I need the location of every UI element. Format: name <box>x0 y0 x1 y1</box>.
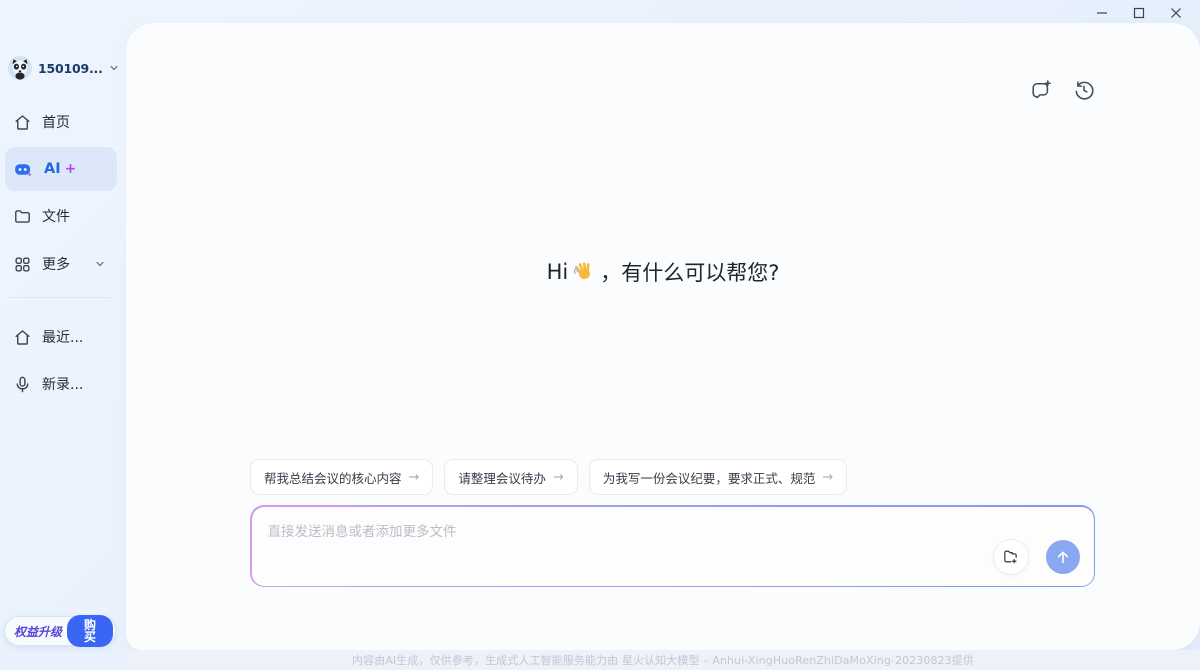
greeting-hi: Hi <box>547 260 569 284</box>
arrow-right-icon: → <box>553 470 564 485</box>
main-content-card: Hi ，有什么可以帮您? 帮我总结会议的核心内容 → 请整理会议待办 → <box>126 23 1200 650</box>
waving-hand-emoji <box>572 260 596 284</box>
chip-label: 帮我总结会议的核心内容 <box>264 468 402 487</box>
sidebar-item-new-recording[interactable]: 新录... <box>5 362 117 406</box>
user-id-label: 150109... <box>38 61 103 76</box>
sidebar-item-ai[interactable]: AI + <box>5 147 117 191</box>
chip-label: 为我写一份会议纪要，要求正式、规范 <box>603 468 816 487</box>
suggestion-chip-summarize[interactable]: 帮我总结会议的核心内容 → <box>250 459 433 495</box>
sidebar-item-label: 新录... <box>42 374 83 394</box>
history-button[interactable] <box>1073 79 1095 101</box>
footer-bar: 内容由AI生成，仅供参考，生成式人工智能服务能力由 星火认知大模型 – Anhu… <box>126 650 1200 670</box>
buy-button[interactable]: 购买 <box>67 615 113 647</box>
new-chat-button[interactable] <box>1030 79 1052 101</box>
sidebar-item-files[interactable]: 文件 <box>5 194 117 238</box>
ai-disclaimer: 内容由AI生成，仅供参考，生成式人工智能服务能力由 星火认知大模型 – Anhu… <box>352 652 974 668</box>
microphone-icon <box>13 375 32 394</box>
sidebar-item-label: 更多 <box>42 254 70 274</box>
sidebar-item-more[interactable]: 更多 <box>5 242 117 286</box>
sidebar-item-home[interactable]: 首页 <box>5 100 117 144</box>
composer-area: 帮我总结会议的核心内容 → 请整理会议待办 → 为我写一份会议纪要，要求正式、规… <box>250 459 1095 587</box>
user-account[interactable]: 150109... <box>8 54 119 82</box>
close-button[interactable] <box>1157 0 1194 26</box>
send-button[interactable] <box>1046 540 1080 574</box>
grid-icon <box>13 255 32 274</box>
upgrade-banner[interactable]: 权益升级 购买 <box>4 616 116 646</box>
arrow-up-icon <box>1055 549 1071 565</box>
composer-actions <box>993 539 1080 575</box>
suggestion-chip-minutes[interactable]: 为我写一份会议纪要，要求正式、规范 → <box>589 459 847 495</box>
ai-robot-icon <box>13 159 34 180</box>
add-file-button[interactable] <box>993 539 1029 575</box>
sidebar-divider <box>8 297 110 298</box>
sidebar-item-label: 最近... <box>42 327 83 347</box>
composer-border <box>250 505 1095 587</box>
window-controls <box>1083 0 1194 26</box>
sidebar-item-recent[interactable]: 最近... <box>5 315 117 359</box>
maximize-button[interactable] <box>1120 0 1157 26</box>
sidebar-item-label: 文件 <box>42 206 70 226</box>
minimize-icon <box>1096 7 1108 19</box>
chevron-down-icon <box>95 259 105 269</box>
folder-plus-icon <box>1002 548 1019 565</box>
home-icon <box>13 328 32 347</box>
upgrade-label: 权益升级 <box>14 623 62 640</box>
suggestion-chip-todos[interactable]: 请整理会议待办 → <box>444 459 577 495</box>
greeting: Hi ，有什么可以帮您? <box>126 257 1200 287</box>
cat-avatar <box>8 56 32 80</box>
arrow-right-icon: → <box>822 470 833 485</box>
sidebar: 150109... 首页 AI + 文件 更多 <box>0 0 126 670</box>
chat-toolbar <box>1030 79 1095 101</box>
minimize-button[interactable] <box>1083 0 1120 26</box>
composer <box>252 507 1094 586</box>
message-input[interactable] <box>252 507 974 586</box>
chevron-down-icon <box>109 63 119 73</box>
chip-label: 请整理会议待办 <box>458 468 546 487</box>
greeting-text: ，有什么可以帮您? <box>600 257 779 287</box>
maximize-icon <box>1133 7 1145 19</box>
close-icon <box>1170 7 1182 19</box>
sidebar-item-label: AI <box>44 161 61 177</box>
arrow-right-icon: → <box>409 470 420 485</box>
chat-plus-icon <box>1030 79 1052 101</box>
home-icon <box>13 113 32 132</box>
folder-icon <box>13 207 32 226</box>
history-icon <box>1073 79 1095 101</box>
sidebar-item-label: 首页 <box>42 112 70 132</box>
suggestion-chips: 帮我总结会议的核心内容 → 请整理会议待办 → 为我写一份会议纪要，要求正式、规… <box>250 459 1095 495</box>
ai-plus-label: + <box>65 161 77 177</box>
